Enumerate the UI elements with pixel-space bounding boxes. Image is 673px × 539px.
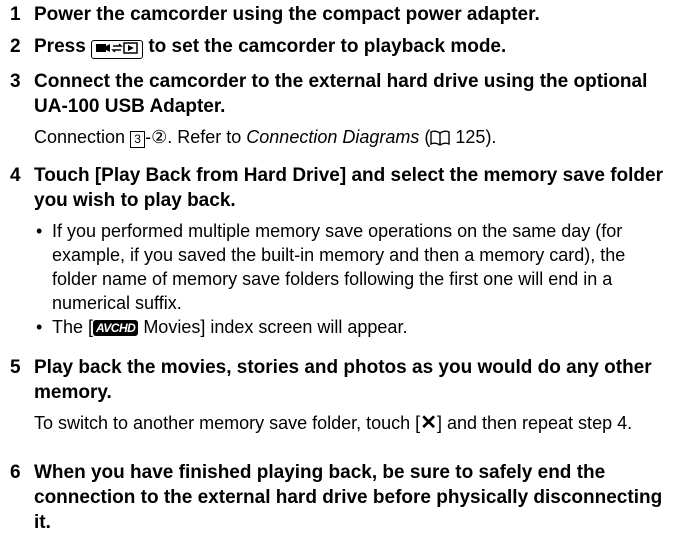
book-icon	[430, 128, 451, 152]
step-body: To switch to another memory save folder,…	[34, 411, 654, 435]
step-title-pre: Press	[34, 36, 86, 57]
body-text: To switch to another memory save folder,…	[34, 413, 421, 433]
step-2: 2 Press to set the camcorder to playback…	[0, 34, 670, 59]
bullet-text: The [	[52, 317, 94, 337]
step-4: 4 Touch [Play Back from Hard Drive] and …	[0, 163, 670, 339]
step-body: Connection 3 -②. Refer to Connection Diag…	[34, 125, 654, 152]
step-title-post: to set the camcorder to playback mode.	[148, 36, 507, 57]
step-number: 4	[10, 165, 21, 186]
step-5: 5 Play back the movies, stories and phot…	[0, 355, 670, 435]
step-title: Connect the camcorder to the external ha…	[34, 71, 648, 117]
page-reference[interactable]: 125	[455, 127, 485, 147]
connection-number: 3	[130, 131, 146, 148]
step-title: When you have finished playing back, be …	[34, 462, 663, 533]
body-text: Connection	[34, 127, 126, 147]
step-number: 1	[10, 4, 21, 25]
body-text: ] and then repeat step 4.	[436, 413, 633, 433]
playback-mode-button-icon	[91, 40, 144, 59]
connection-diagrams-link[interactable]: Connection Diagrams	[246, 127, 419, 147]
close-icon: ✕	[420, 412, 437, 434]
step-title: Power the camcorder using the compact po…	[34, 4, 540, 25]
step-title: Press to set the camcorder to playback m…	[34, 34, 664, 59]
list-item: If you performed multiple memory save op…	[36, 219, 648, 315]
body-text: -②. Refer to	[145, 127, 242, 147]
bullet-list: If you performed multiple memory save op…	[0, 219, 670, 339]
step-number: 6	[10, 462, 21, 483]
list-item: The [AVCHD Movies] index screen will app…	[36, 315, 648, 339]
step-1: 1 Power the camcorder using the compact …	[0, 2, 670, 27]
step-6: 6 When you have finished playing back, b…	[0, 460, 670, 535]
step-title: Play back the movies, stories and photos…	[34, 357, 652, 403]
step-number: 2	[10, 36, 21, 57]
avchd-icon: AVCHD	[93, 320, 139, 336]
step-number: 3	[10, 71, 21, 92]
step-number: 5	[10, 357, 21, 378]
step-3: 3 Connect the camcorder to the external …	[0, 69, 670, 152]
bullet-text: Movies] index screen will appear.	[138, 317, 408, 337]
instruction-page: 1 Power the camcorder using the compact …	[0, 0, 673, 539]
body-text: ).	[485, 127, 497, 147]
step-title: Touch [Play Back from Hard Drive] and se…	[34, 165, 663, 211]
